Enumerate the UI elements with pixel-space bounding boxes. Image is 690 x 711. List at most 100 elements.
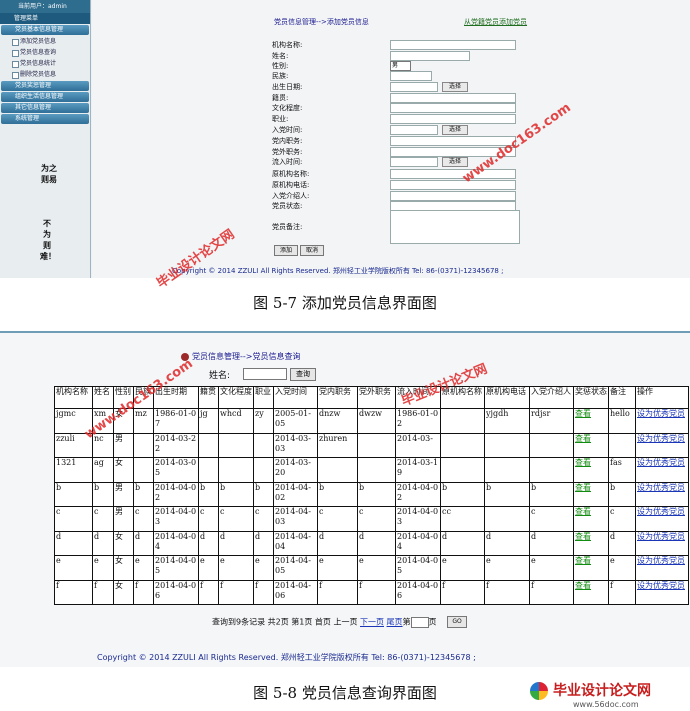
orig-phone-input[interactable] xyxy=(390,180,516,190)
inner-post-label: 党内职务: xyxy=(272,137,303,145)
add-from-roster-link[interactable]: 从党籍党员添加党员 xyxy=(464,17,527,27)
table-cell: f xyxy=(529,579,574,605)
set-excellent-link[interactable]: 设为优秀党员 xyxy=(635,457,689,483)
table-cell: b xyxy=(198,481,219,507)
set-excellent-link[interactable]: 设为优秀党员 xyxy=(635,530,689,556)
table-cell: f xyxy=(484,579,530,605)
education-label: 文化程度: xyxy=(272,104,303,112)
table-cell: jg xyxy=(198,408,219,434)
native-input[interactable] xyxy=(390,93,516,103)
table-cell: f xyxy=(198,579,219,605)
table-cell: b xyxy=(317,481,358,507)
view-link[interactable]: 查看 xyxy=(573,555,609,581)
set-excellent-link[interactable]: 设为优秀党员 xyxy=(635,555,689,581)
org-name-input[interactable] xyxy=(390,40,516,50)
set-excellent-link[interactable]: 设为优秀党员 xyxy=(635,481,689,507)
table-row: b b 男 b 2014-04-02 b b b 2014-04-02 b b 2014-04-02 b… xyxy=(54,481,689,507)
sidebar-group-rewards[interactable]: 党员奖惩管理 xyxy=(1,81,89,91)
sidebar-group-other[interactable]: 其它信息管理 xyxy=(1,103,89,113)
inflow-date-input[interactable] xyxy=(390,157,438,167)
view-link[interactable]: 查看 xyxy=(573,579,609,605)
pager-summary: 查询到9条记录 共2页 第1页 首页 上一页 xyxy=(212,617,358,627)
sidebar-group-system[interactable]: 系统管理 xyxy=(1,114,89,124)
birth-choose-button[interactable]: 选择 xyxy=(442,82,468,92)
sidebar-item-query-member[interactable]: 党员信息查询 xyxy=(0,47,90,58)
set-excellent-link[interactable]: 设为优秀党员 xyxy=(635,506,689,532)
table-cell: b xyxy=(440,481,485,507)
table-cell: e xyxy=(92,555,114,581)
inflow-date-choose-button[interactable]: 选择 xyxy=(442,157,468,167)
table-cell: 1986-01-07 xyxy=(153,408,199,434)
set-excellent-link[interactable]: 设为优秀党员 xyxy=(635,579,689,605)
add-member-screenshot: 当前用户：admin 管理菜单 党员基本信息管理 添加党员信息 党员信息查询 党… xyxy=(0,0,690,278)
add-button[interactable]: 添加 xyxy=(274,245,298,256)
name-label: 姓名: xyxy=(272,52,289,60)
pager-go-button[interactable]: GO xyxy=(447,616,468,628)
ethnicity-label: 民族: xyxy=(272,72,289,80)
remark-textarea[interactable] xyxy=(390,210,520,244)
birth-input[interactable] xyxy=(390,82,438,92)
outer-post-input[interactable] xyxy=(390,147,516,157)
table-cell: e xyxy=(529,555,574,581)
view-link[interactable]: 查看 xyxy=(573,408,609,434)
table-cell xyxy=(529,432,574,458)
table-row: c c 男 c 2014-04-03 c c c 2014-04-03 c c 2014-04-03 c… xyxy=(54,506,689,532)
view-link[interactable]: 查看 xyxy=(573,506,609,532)
table-cell: 2014-04-04 xyxy=(395,530,441,556)
pager-page-input[interactable] xyxy=(410,616,429,628)
ethnicity-input[interactable] xyxy=(390,71,432,81)
view-link[interactable]: 查看 xyxy=(573,530,609,556)
breadcrumb-text: 党员信息管理-->党员信息查询 xyxy=(192,352,301,361)
table-cell: 2005-01-05 xyxy=(273,408,318,434)
table-cell: d xyxy=(133,530,154,556)
table-cell: d xyxy=(253,530,274,556)
orig-org-label: 原机构名称: xyxy=(272,170,310,178)
inner-post-input[interactable] xyxy=(390,136,516,146)
table-cell: d xyxy=(357,530,396,556)
table-cell: f xyxy=(133,579,154,605)
join-date-input[interactable] xyxy=(390,125,438,135)
table-cell xyxy=(440,432,485,458)
view-link[interactable]: 查看 xyxy=(573,432,609,458)
introducer-input[interactable] xyxy=(390,191,516,201)
table-header-cell: 职业 xyxy=(253,386,274,409)
job-input[interactable] xyxy=(390,114,516,124)
table-cell: b xyxy=(608,481,636,507)
sidebar-item-stats-member[interactable]: 党员信息统计 xyxy=(0,58,90,69)
menu-header: 管理菜单 xyxy=(0,13,90,24)
table-cell xyxy=(198,432,219,458)
name-input[interactable] xyxy=(390,51,470,61)
slogan-bottom: 不为则难！ xyxy=(40,219,56,261)
view-link[interactable]: 查看 xyxy=(573,457,609,483)
table-cell: 2014-04-05 xyxy=(395,555,441,581)
table-cell: 女 xyxy=(113,408,134,434)
table-cell: e xyxy=(440,555,485,581)
table-cell xyxy=(253,457,274,483)
pager-last-link[interactable]: 尾页 xyxy=(387,618,403,627)
table-cell: e xyxy=(54,555,93,581)
table-cell: xm xyxy=(92,408,114,434)
join-date-choose-button[interactable]: 选择 xyxy=(442,125,468,135)
set-excellent-link[interactable]: 设为优秀党员 xyxy=(635,432,689,458)
cancel-button[interactable]: 取消 xyxy=(300,245,324,256)
sidebar-item-add-member[interactable]: 添加党员信息 xyxy=(0,36,90,47)
table-cell: 2014-04-03 xyxy=(395,506,441,532)
breadcrumb: 党员信息管理-->党员信息查询 xyxy=(181,351,300,362)
sidebar-group-member-info[interactable]: 党员基本信息管理 xyxy=(1,25,89,35)
pager-next-link[interactable]: 下一页 xyxy=(360,618,384,627)
pager-jump-prefix: 第 xyxy=(402,617,411,627)
table-cell xyxy=(529,457,574,483)
search-button[interactable]: 查询 xyxy=(290,368,316,381)
table-header-cell: 入党时间 xyxy=(273,386,318,409)
set-excellent-link[interactable]: 设为优秀党员 xyxy=(635,408,689,434)
gender-select[interactable]: 男 xyxy=(390,61,411,71)
view-link[interactable]: 查看 xyxy=(573,481,609,507)
table-cell xyxy=(357,457,396,483)
sidebar-group-org-life[interactable]: 组织生活信息管理 xyxy=(1,92,89,102)
search-name-input[interactable] xyxy=(243,368,287,380)
sidebar-item-delete-member[interactable]: 删除党员信息 xyxy=(0,69,90,80)
join-date-label: 入党时间: xyxy=(272,126,303,134)
education-input[interactable] xyxy=(390,103,516,113)
table-cell: c xyxy=(357,506,396,532)
orig-org-input[interactable] xyxy=(390,169,516,179)
